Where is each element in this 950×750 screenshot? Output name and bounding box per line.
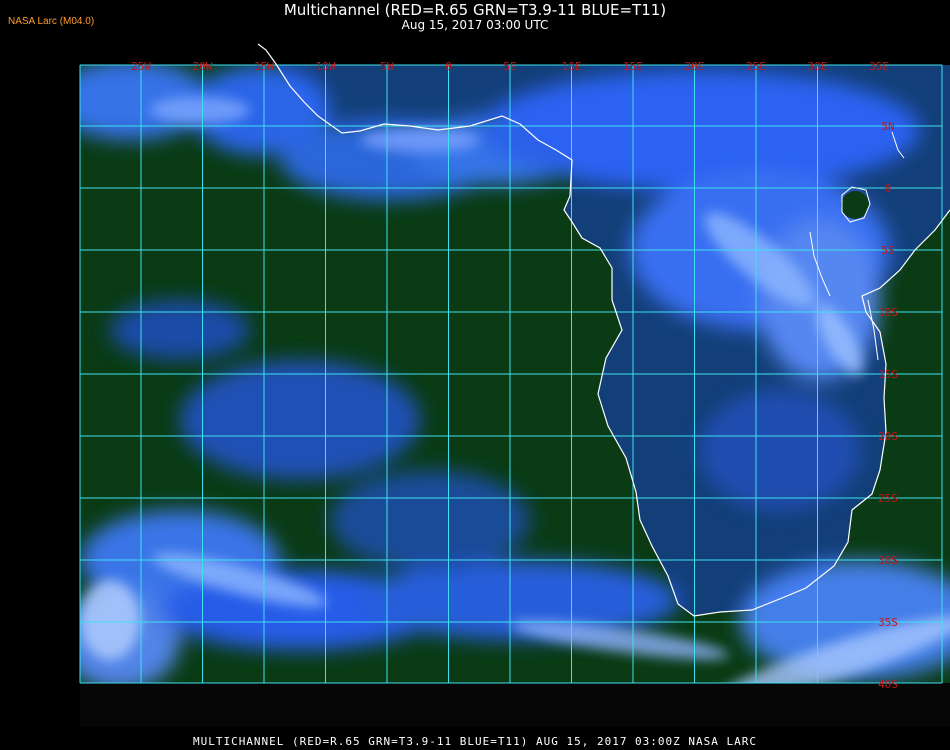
latitude-label: 5N (881, 120, 894, 133)
latitude-label: 30S (878, 554, 898, 567)
longitude-label: 15E (623, 60, 643, 73)
latitude-label: 25S (878, 492, 898, 505)
lake-victoria (841, 191, 869, 219)
latitude-label: 0 (885, 182, 892, 195)
longitude-label: 15W (254, 60, 274, 73)
latitude-label: 35S (878, 616, 898, 629)
longitude-label: 25E (746, 60, 766, 73)
longitude-label: 20W (193, 60, 213, 73)
longitude-label: 0 (445, 60, 452, 73)
longitude-label: 10E (562, 60, 582, 73)
latitude-label: 20S (878, 430, 898, 443)
longitude-label: 5W (380, 60, 394, 73)
longitude-label: 25W (131, 60, 151, 73)
longitude-label: 35E (869, 60, 889, 73)
longitude-label: 5E (503, 60, 516, 73)
longitude-label: 30E (808, 60, 828, 73)
longitude-label: 20E (685, 60, 705, 73)
latitude-label: 15S (878, 368, 898, 381)
latitude-label: 10S (878, 306, 898, 319)
lower-band (80, 683, 950, 727)
longitude-label: 10W (316, 60, 336, 73)
latitude-label: 5S (881, 244, 894, 257)
footer-caption: MULTICHANNEL (RED=R.65 GRN=T3.9-11 BLUE=… (192, 735, 758, 748)
satellite-map: 25W 20W 15W 10W 5W 0 5E 10E 15E 20E 25E 30E 35E 5N 0 5… (79, 43, 950, 727)
latitude-label: 40S (878, 678, 898, 691)
